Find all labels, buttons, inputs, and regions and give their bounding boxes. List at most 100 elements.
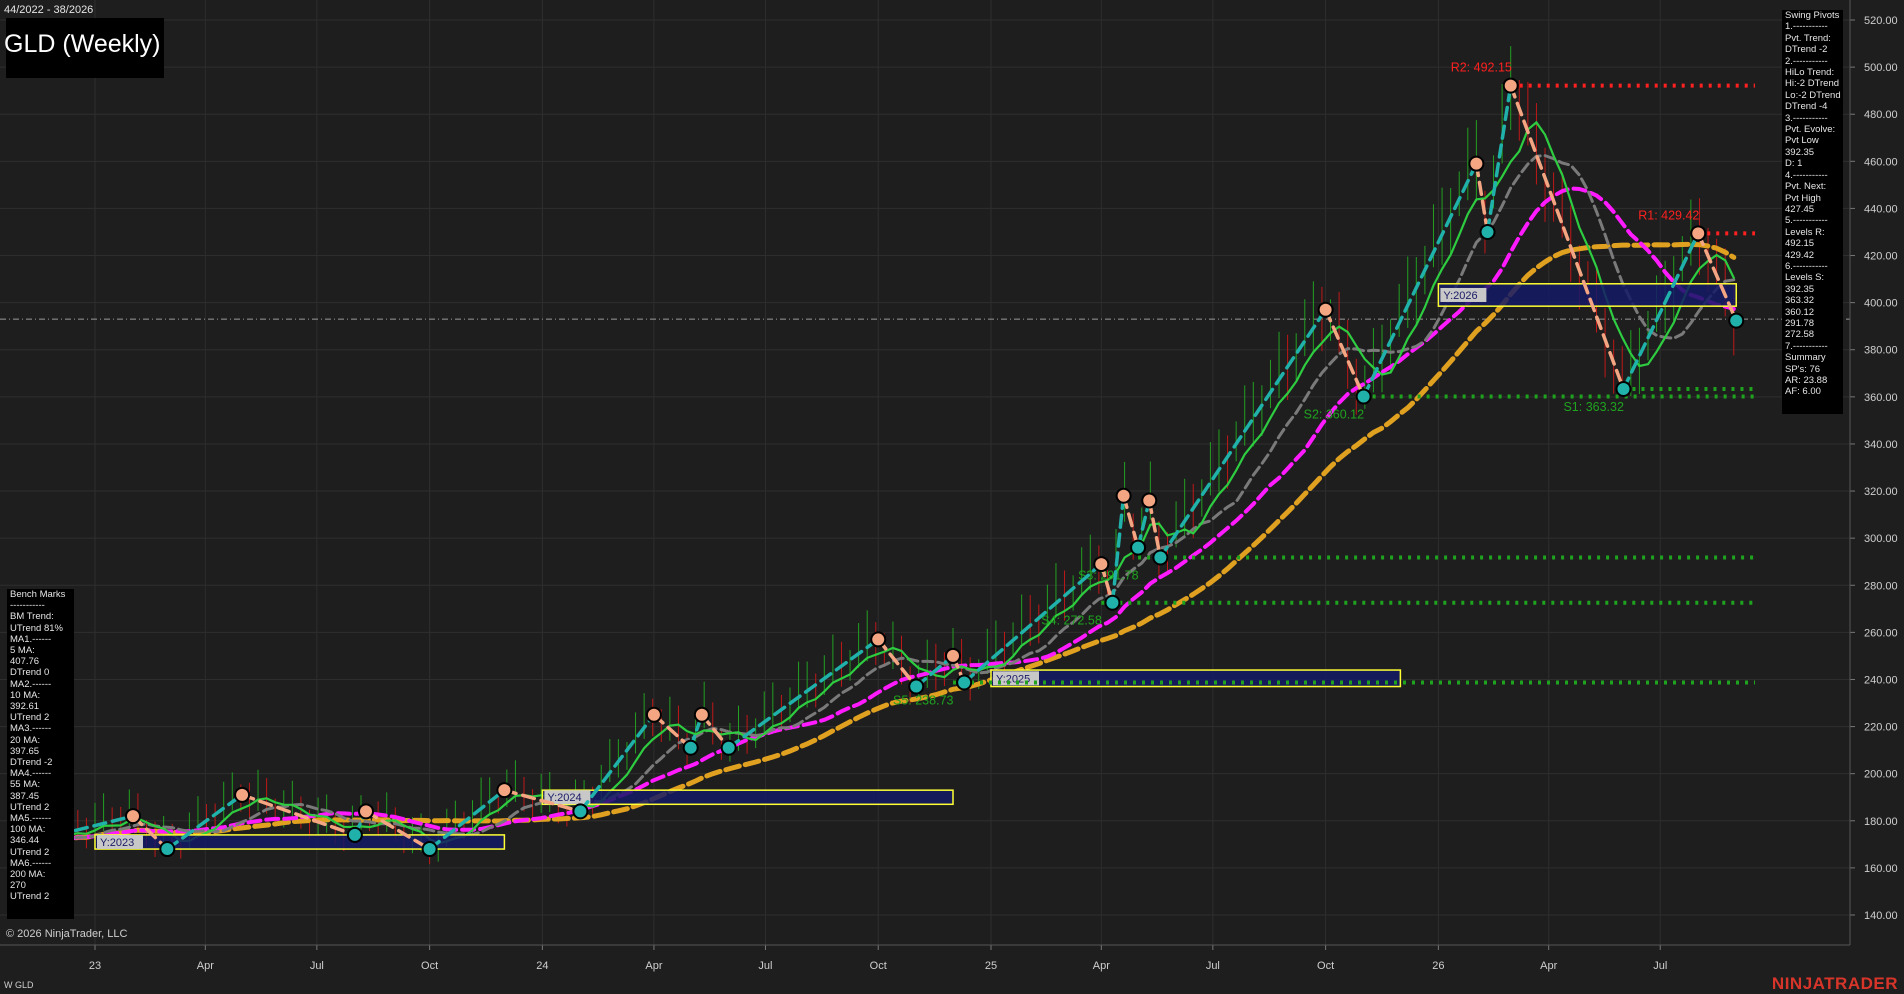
y-axis: 520.00 500.00 480.00 460.00 440.00 420.00 400.… [1850,15,1898,922]
x-tick-label: 23 [89,960,101,972]
bench-panel-line: 100 MA: [10,824,46,836]
swing-high-marker [1317,301,1334,318]
y-tick-label: 480.00 [1864,109,1898,121]
swing-panel-line: DTrend -2 [1785,44,1828,56]
swing-panel-line: SP's: 76 [1785,363,1821,375]
swing-panel-line: 272.58 [1785,329,1815,341]
swing-panel-line: Summary [1785,352,1826,364]
bench-panel-line: ----------- [10,600,45,612]
x-tick-label: Apr [197,960,214,972]
swing-low-marker [682,739,699,756]
swing-high-marker [1115,487,1132,504]
year-box-label: Y:2026 [1443,290,1477,302]
x-tick-label: 26 [1432,960,1444,972]
y-tick-label: 240.00 [1864,674,1898,686]
bench-panel-line: 200 MA: [10,869,46,881]
swing-high-marker [234,786,251,803]
x-tick-label: Jul [310,960,324,972]
swing-panel-line: Swing Pivots [1785,10,1840,21]
x-tick-label: 25 [985,960,997,972]
swing-panel-line: 392.35 [1785,283,1815,295]
swing-panel-line: 1.----------- [1785,21,1828,33]
y-tick-label: 300.00 [1864,533,1898,545]
swing-low-marker [1152,549,1169,566]
chart-title: GLD (Weekly) [4,30,161,58]
swing-panel-line: 4.----------- [1785,169,1828,181]
swing-panel-line: 7.----------- [1785,340,1828,352]
swing-panel-line: 392.35 [1785,146,1815,158]
bench-panel-line: UTrend 81% [10,622,63,634]
y-tick-label: 140.00 [1864,910,1898,922]
date-range: 44/2022 - 38/2026 [4,4,94,16]
year-box [541,789,954,806]
y-tick-label: 180.00 [1864,816,1898,828]
y-tick-label: 400.00 [1864,298,1898,310]
bench-panel-line: 5 MA: [10,645,35,657]
swing-panel-line: DTrend -4 [1785,101,1828,113]
y-tick-label: 200.00 [1864,769,1898,781]
pivot-level-label: S5: 238.73 [893,693,954,707]
swing-high-marker [645,706,662,723]
bench-panel-line: UTrend 2 [10,846,50,858]
bench-panel-line: DTrend -2 [10,757,53,769]
y-tick-label: 360.00 [1864,392,1898,404]
x-tick-label: 24 [536,960,548,972]
bench-panel-line: 392.61 [10,701,40,713]
bench-panel-line: MA2.------ [10,678,52,690]
y-tick-label: 220.00 [1864,722,1898,734]
x-tick-label: Oct [421,960,438,972]
bench-panel-line: UTrend 2 [10,712,50,724]
bench-panel-line: 55 MA: [10,779,41,791]
swing-high-marker [945,647,961,664]
swing-low-marker [1479,223,1496,240]
swing-panel-line: 429.42 [1785,249,1815,261]
swing-panel-line: 3.----------- [1785,112,1828,124]
swing-panel-line: Lo:-2 DTrend [1785,89,1841,101]
pivot-level-label: R2: 492.15 [1451,61,1512,75]
x-tick-label: Oct [870,960,887,972]
swing-high-marker [496,782,513,799]
swing-panel-line: Levels S: [1785,272,1825,284]
swing-panel-line: 5.----------- [1785,215,1828,227]
swing-panel-line: AF: 6.00 [1785,386,1821,398]
swing-panel-line: D: 1 [1785,158,1803,170]
swing-high-marker [1141,492,1158,509]
swing-low-marker [1355,388,1372,405]
y-tick-label: 260.00 [1864,627,1898,639]
swing-panel-line: Pvt. Evolve: [1785,124,1836,136]
x-tick-label: Oct [1317,960,1334,972]
pivot-level-label: S2: 360.12 [1304,408,1365,422]
swing-panel-line: Levels R: [1785,226,1825,238]
bench-panel-line: UTrend 2 [10,801,50,813]
swing-low-marker [572,803,589,820]
swing-low-marker [720,739,737,756]
swing-high-marker [1502,77,1519,94]
ninjatrader-logo: NINJATRADER [1771,974,1898,993]
swing-panel-line: Pvt Low [1785,135,1819,147]
swing-panel-line: 2.----------- [1785,55,1828,67]
x-tick-label: Apr [1540,960,1557,972]
pivot-level-label: S1: 363.32 [1563,400,1624,414]
bench-panel-line: MA6.------ [10,857,52,869]
pivot-level-label: S4: 272.58 [1041,614,1102,628]
y-tick-label: 340.00 [1864,439,1898,451]
swing-panel-line: AR: 23.88 [1785,375,1828,386]
swing-panel-line: 360.12 [1785,306,1815,318]
bench-panel-line: 346.44 [10,835,40,847]
bench-panel-line: MA3.------ [10,723,52,735]
bench-panel-line: 20 MA: [10,734,41,746]
bench-panel-line: 10 MA: [10,689,41,701]
swing-panel-line: 427.45 [1785,203,1815,215]
y-tick-label: 520.00 [1864,15,1898,27]
y-tick-label: 420.00 [1864,251,1898,263]
swing-panel-line: Pvt. Trend: [1785,32,1831,44]
bench-panel-line: MA5.------ [10,813,52,825]
bench-panel-line: 407.76 [10,656,40,668]
x-tick-label: Apr [645,960,662,972]
price-chart[interactable]: 520.00 500.00 480.00 460.00 440.00 420.00 400.… [0,0,1904,994]
bench-marks-panel: Bench Marks ----------- BM Trend: UTrend 81… [7,589,74,919]
swing-panel-line: 363.32 [1785,295,1815,307]
swing-low-marker [908,678,925,695]
bench-panel-line: MA4.------ [10,768,52,780]
y-tick-label: 160.00 [1864,863,1898,875]
